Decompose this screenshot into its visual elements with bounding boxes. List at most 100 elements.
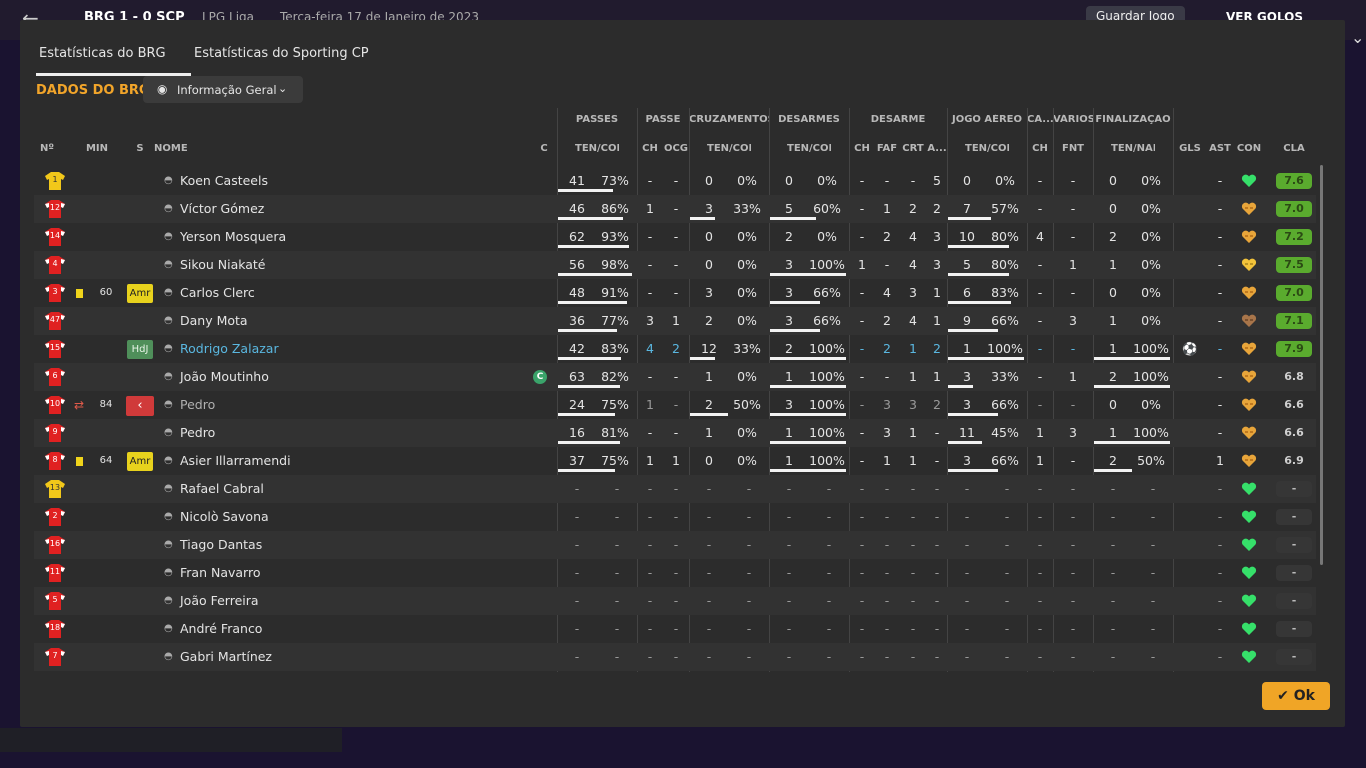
crosses-percent: 0% xyxy=(737,285,757,300)
headers-bar xyxy=(948,385,973,388)
key-passes: 4 xyxy=(646,341,654,356)
fouls-suffered: - xyxy=(884,369,890,384)
table-row[interactable]: 18 ◓ André Franco - - - - - - - - - - - - - - - - - - - - xyxy=(34,615,1316,643)
clearances: 2 xyxy=(933,397,941,412)
headers-bar xyxy=(948,329,998,332)
column-header-aereo[interactable]: TEN/CON xyxy=(965,143,1009,154)
empty-stat: - xyxy=(910,593,916,608)
empty-stat: - xyxy=(964,649,970,664)
aerial-key: 4 xyxy=(1036,229,1044,244)
chances-created: - xyxy=(673,425,679,440)
empty-stat: - xyxy=(934,565,940,580)
column-header-passe_ocg[interactable]: OCG xyxy=(654,143,698,154)
table-row[interactable]: 4 ◓ Sikou Niakaté 56 98% - -0 0% 3 100% 1-4 3 5 80% -1… xyxy=(34,251,1316,279)
player-name[interactable]: Rafael Cabral xyxy=(180,475,264,503)
fouls-suffered: 3 xyxy=(883,425,891,440)
aerial-key: - xyxy=(1037,257,1043,272)
player-name[interactable]: Pedro xyxy=(180,419,215,447)
headers-bar xyxy=(948,217,991,220)
assists: - xyxy=(1217,229,1223,244)
table-row[interactable]: 47 ◓ Dany Mota 36 77% 3 1 2 0% 3 66% -2 4 1 9 66% -3 1 0% -… xyxy=(34,307,1316,335)
column-header-passes[interactable]: TEN/CON xyxy=(575,143,619,154)
assists: - xyxy=(1217,257,1223,272)
empty-stat: - xyxy=(1070,649,1076,664)
table-row[interactable]: 12 ◓ Víctor Gómez 46 86% 1-3 33% 5 60% -1 2 2 7 57% - -… xyxy=(34,195,1316,223)
table-row[interactable]: 2 ◓ Nicolò Savona - - - - - - - - - - - - - - - - - - - - xyxy=(34,503,1316,531)
ok-button[interactable]: ✔ Ok xyxy=(1262,682,1330,710)
player-name[interactable]: Dany Mota xyxy=(180,307,248,335)
column-header-min[interactable]: MIN xyxy=(75,143,119,154)
table-row[interactable]: 3 ◓ Carlos Clerc 60 Amr 48 91% - -3 0% 3 66% -4 3 1 6 83… xyxy=(34,279,1316,307)
empty-stat: - xyxy=(647,649,653,664)
player-name[interactable]: Rodrigo Zalazar xyxy=(180,335,279,363)
table-row[interactable]: 8 ◓ Asier Illarramendi 64 Amr 37 75% 1 1 0 0% 1 100%… xyxy=(34,447,1316,475)
rating-badge: 7.0 xyxy=(1276,285,1312,301)
table-scrollbar[interactable] xyxy=(1320,165,1323,565)
player-name[interactable]: João Moutinho xyxy=(180,363,269,391)
clearances: 1 xyxy=(933,285,941,300)
tackles-percent: 0% xyxy=(817,173,837,188)
tackles-attempts: 0 xyxy=(785,173,793,188)
column-header-cruz[interactable]: TEN/CON xyxy=(707,143,751,154)
shots-blocked: 3 xyxy=(1069,425,1077,440)
empty-stat: - xyxy=(574,621,580,636)
column-header-fnt[interactable]: FNT xyxy=(1051,143,1095,154)
table-row[interactable]: 10 ◓ Pedro ⇄ 84 ‹ 24 75% 1-2 50% 3 100% -3 3 2 3 66% - -0 0… xyxy=(34,391,1316,419)
player-name[interactable]: Gabri Martínez xyxy=(180,643,272,671)
player-name[interactable]: Tiago Dantas xyxy=(180,531,262,559)
table-row[interactable]: 6 ◓ João Moutinho C 63 82% - -1 0% 1 100% - -1 1 3 33% -… xyxy=(34,363,1316,391)
empty-stat: - xyxy=(614,621,620,636)
empty-stat: - xyxy=(1217,509,1223,524)
captain-icon: C xyxy=(533,370,547,384)
person-icon: ◓ xyxy=(164,427,173,438)
table-row[interactable]: 11 ◓ Fran Navarro - - - - - - - - - - - - - - - - - - - - xyxy=(34,559,1316,587)
shots-blocked: - xyxy=(1070,173,1076,188)
table-row[interactable]: 5 ◓ João Ferreira - - - - - - - - - - - - - - - - - - - - xyxy=(34,587,1316,615)
passes-bar xyxy=(558,329,617,332)
player-name[interactable]: Yerson Mosquera xyxy=(180,223,286,251)
table-row[interactable]: 13 ◓ Rafael Cabral - - - - - - - - - - - - - - - - - - - - xyxy=(34,475,1316,503)
key-passes: - xyxy=(647,425,653,440)
tackles-bar xyxy=(770,385,846,388)
player-name[interactable]: Víctor Gómez xyxy=(180,195,264,223)
column-header-cla[interactable]: CLA xyxy=(1272,143,1316,154)
subbed-off-icon: ‹ xyxy=(126,396,154,416)
empty-stat: - xyxy=(673,649,679,664)
interceptions: 1 xyxy=(909,341,917,356)
column-header-desarmes[interactable]: TEN/CON xyxy=(787,143,831,154)
player-name[interactable]: Nicolò Savona xyxy=(180,503,269,531)
crosses-attempts: 3 xyxy=(705,285,713,300)
column-header-num[interactable]: Nº xyxy=(40,143,54,154)
passes-bar xyxy=(558,357,621,360)
shots-percent: 0% xyxy=(1141,313,1161,328)
table-row[interactable]: 16 ◓ Tiago Dantas - - - - - - - - - - - - - - - - - - - - xyxy=(34,531,1316,559)
player-name[interactable]: Sikou Niakaté xyxy=(180,251,266,279)
column-header-des_a[interactable]: A... xyxy=(915,143,959,154)
crosses-percent: 50% xyxy=(733,397,761,412)
column-header-name[interactable]: NOME xyxy=(154,143,188,154)
table-row[interactable]: 1 ◓ Koen Casteels 41 73% - -0 0% 0 0% - - -5 0 0% - -0 0%… xyxy=(34,167,1316,195)
table-row[interactable]: 14 ◓ Yerson Mosquera 62 93% - -0 0% 2 0% -2 4 3 10 80%… xyxy=(34,223,1316,251)
player-name[interactable]: Pedro xyxy=(180,391,215,419)
player-name[interactable]: Carlos Clerc xyxy=(180,279,255,307)
empty-stat: - xyxy=(1110,593,1116,608)
chevron-down-icon[interactable]: ⌄ xyxy=(1351,28,1364,47)
player-name[interactable]: João Ferreira xyxy=(180,587,259,615)
player-name[interactable]: Fran Navarro xyxy=(180,559,260,587)
column-header-c[interactable]: C xyxy=(522,143,566,154)
empty-stat: - xyxy=(934,593,940,608)
fouls-suffered: 4 xyxy=(883,285,891,300)
empty-stat: - xyxy=(614,565,620,580)
column-header-final[interactable]: TEN/NAL xyxy=(1111,143,1155,154)
crosses-attempts: 2 xyxy=(705,313,713,328)
empty-stat: - xyxy=(786,621,792,636)
player-name[interactable]: André Franco xyxy=(180,615,262,643)
player-name[interactable]: Asier Illarramendi xyxy=(180,447,291,475)
player-name[interactable]: Koen Casteels xyxy=(180,167,268,195)
empty-stat: - xyxy=(1037,509,1043,524)
table-row[interactable]: 9 ◓ Pedro 16 81% - -1 0% 1 100% -3 1-11 45% 1 3 1 100% -6… xyxy=(34,419,1316,447)
assists: - xyxy=(1217,397,1223,412)
table-row[interactable]: 15 ◓ Rodrigo Zalazar HdJ 42 83% 4 2 12 33% 2 100% -2… xyxy=(34,335,1316,363)
column-header-con[interactable]: CON xyxy=(1227,143,1271,154)
table-row[interactable]: 7 ◓ Gabri Martínez - - - - - - - - - - - - - - - - - - - - xyxy=(34,643,1316,671)
